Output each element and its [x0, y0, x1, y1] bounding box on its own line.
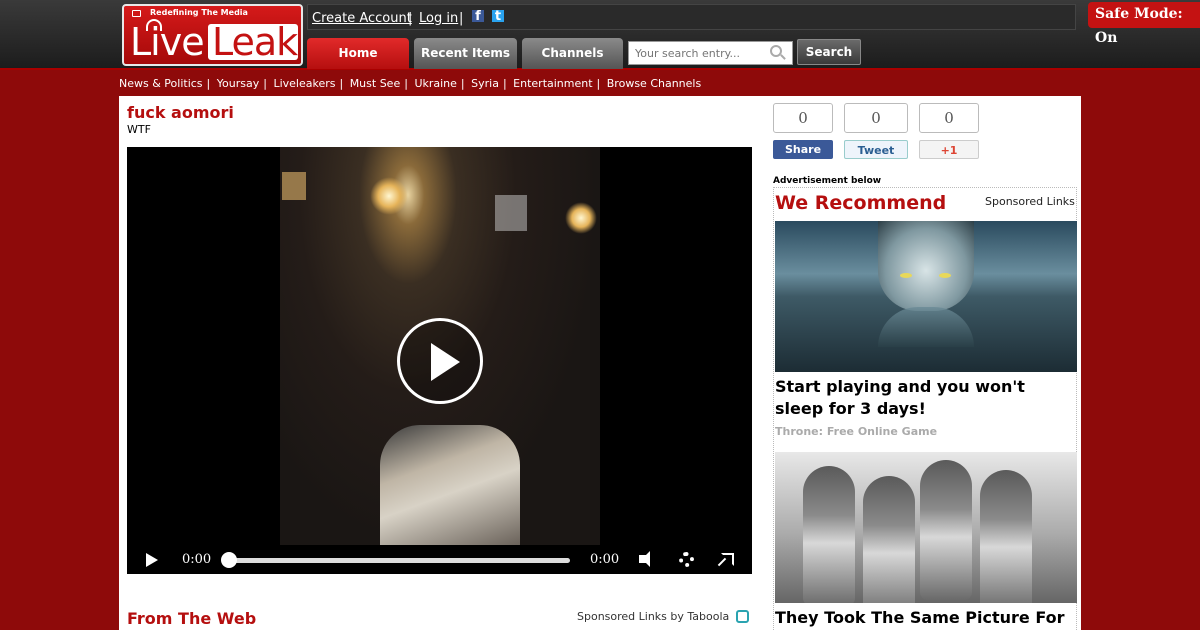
liveleak-logo[interactable]: Redefining The Media Live Leak — [122, 4, 303, 66]
advertisement-label: Advertisement below — [773, 176, 882, 186]
taboola-label[interactable]: Sponsored Links by Taboola — [577, 610, 729, 623]
video-subject — [380, 425, 520, 545]
volume-icon[interactable] — [639, 551, 650, 567]
ad-person — [803, 466, 855, 603]
wall-poster — [495, 195, 527, 231]
tweet-button[interactable]: Tweet — [844, 140, 908, 159]
facebook-count: 0 — [773, 103, 833, 133]
search-input[interactable] — [628, 41, 793, 65]
player-controls: 0:00 0:00 — [127, 545, 752, 574]
subnav-syria[interactable]: Syria — [471, 77, 499, 90]
separator: | — [339, 77, 344, 90]
ad-reflection — [878, 307, 974, 347]
subnav-browse-channels[interactable]: Browse Channels — [607, 77, 701, 90]
tab-recent-items[interactable]: Recent Items — [414, 38, 517, 69]
gear-icon[interactable] — [679, 552, 694, 567]
video-category[interactable]: WTF — [127, 123, 151, 136]
ad-person — [980, 470, 1032, 603]
wall-lamp — [370, 177, 408, 215]
separator: | — [408, 11, 413, 26]
separator: | — [404, 77, 408, 90]
ad-eye — [900, 273, 912, 278]
twitter-icon[interactable]: t — [492, 10, 504, 23]
separator: | — [263, 77, 267, 90]
ad-image[interactable] — [775, 452, 1077, 603]
search-icon[interactable] — [770, 45, 782, 57]
video-title[interactable]: fuck aomori — [127, 103, 234, 122]
login-link[interactable]: Log in — [419, 11, 458, 26]
progress-handle[interactable] — [221, 552, 237, 568]
gplus-share: 0 +1 — [919, 103, 979, 159]
twitter-share: 0 Tweet — [844, 103, 908, 159]
ad-eye — [939, 273, 951, 278]
user-bar: Create Account | Log in | f t — [307, 4, 1076, 30]
subnav-yoursay[interactable]: Yoursay — [217, 77, 259, 90]
subnav-must-see[interactable]: Must See — [350, 77, 401, 90]
tab-home[interactable]: Home — [307, 38, 409, 69]
subnav-liveleakers[interactable]: Liveleakers — [273, 77, 335, 90]
wall-lamp — [565, 202, 597, 234]
ad-person — [920, 460, 972, 600]
logo-live-text: Live — [130, 20, 205, 64]
separator: | — [596, 77, 601, 90]
recommend-widget: We Recommend Sponsored Links Start playi… — [773, 187, 1077, 630]
progress-bar[interactable] — [230, 558, 570, 563]
ad-title[interactable]: They Took The Same Picture For — [775, 607, 1075, 629]
fullscreen-icon[interactable] — [721, 553, 734, 566]
create-account-link[interactable]: Create Account — [312, 11, 412, 26]
gplus-count: 0 — [919, 103, 979, 133]
subnav-news-politics[interactable]: News & Politics — [119, 77, 203, 90]
big-play-button[interactable] — [397, 318, 483, 404]
twitter-count: 0 — [844, 103, 908, 133]
search-button[interactable]: Search — [797, 39, 861, 65]
safe-mode-toggle[interactable]: Safe Mode: On — [1088, 2, 1200, 46]
tab-channels[interactable]: Channels — [522, 38, 623, 69]
duration: 0:00 — [590, 552, 620, 567]
separator: | — [206, 77, 211, 90]
ad-face — [878, 221, 974, 311]
separator: | — [459, 11, 464, 26]
from-the-web-heading: From The Web — [127, 609, 257, 628]
channel-nav: News & Politics | Yoursay | Liveleakers | M… — [119, 77, 701, 90]
wall-poster — [282, 172, 306, 200]
facebook-icon[interactable]: f — [472, 10, 484, 23]
ad-source[interactable]: Throne: Free Online Game — [775, 425, 937, 438]
tv-icon — [132, 10, 141, 17]
facebook-share-button[interactable]: Share — [773, 140, 833, 159]
we-recommend-heading: We Recommend — [775, 192, 947, 214]
subnav-entertainment[interactable]: Entertainment — [513, 77, 592, 90]
sponsored-links-label[interactable]: Sponsored Links — [985, 195, 1075, 208]
ad-image[interactable] — [775, 221, 1077, 372]
ad-title[interactable]: Start playing and you won't sleep for 3 … — [775, 376, 1071, 420]
ad-person — [863, 476, 915, 603]
play-icon[interactable] — [146, 553, 158, 567]
video-player[interactable]: 0:00 0:00 — [127, 147, 752, 574]
separator: | — [502, 77, 507, 90]
taboola-icon[interactable] — [736, 610, 749, 623]
subnav-ukraine[interactable]: Ukraine — [414, 77, 456, 90]
main-content: fuck aomori WTF 0:00 0:00 From The Web S… — [119, 96, 1081, 630]
logo-tagline: Redefining The Media — [150, 8, 248, 17]
gplus-button[interactable]: +1 — [919, 140, 979, 159]
current-time: 0:00 — [182, 552, 212, 567]
separator: | — [460, 77, 465, 90]
facebook-share: 0 Share — [773, 103, 833, 159]
logo-leak-text: Leak — [212, 20, 298, 64]
